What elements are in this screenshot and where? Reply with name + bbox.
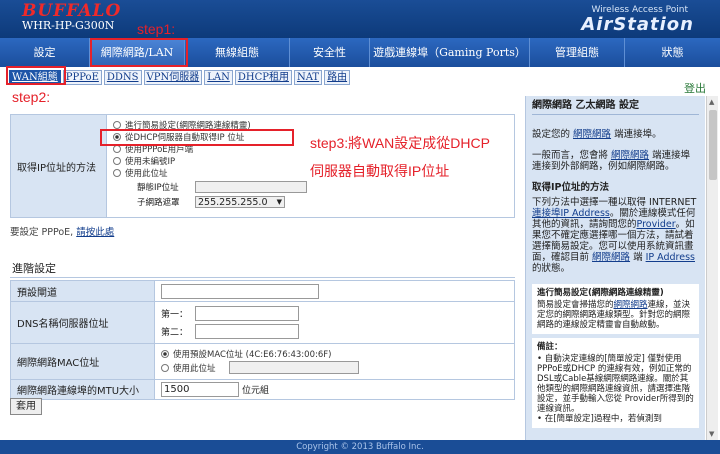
radio-icon — [113, 169, 121, 177]
mtu-row: 網際網路連線埠的MTU大小 1500 位元組 — [10, 380, 515, 400]
help-panel: 網際網路 乙太網路 設定 設定您的 網際網路 端連接埠。 一般而言，您會將 網際… — [525, 96, 705, 440]
subtab-routing[interactable]: 路由 — [324, 69, 351, 85]
mac-custom-input[interactable] — [229, 361, 359, 374]
help-link[interactable]: 網際網路 — [573, 129, 611, 140]
gateway-row: 預設閘道 — [10, 280, 515, 302]
help-subtitle: 取得IP位址的方法 — [532, 182, 609, 193]
radio-selected-icon — [161, 349, 169, 358]
model-name: WHR-HP-G300N — [22, 19, 115, 32]
subtab-pppoe[interactable]: PPPoE — [62, 69, 102, 85]
subtab-nat[interactable]: NAT — [293, 69, 323, 85]
subtab-vpn[interactable]: VPN伺服器 — [143, 69, 203, 85]
tab-setup[interactable]: 設定 — [0, 38, 90, 67]
tab-security[interactable]: 安全性 — [290, 38, 370, 67]
header-bar: BUFFALO WHR-HP-G300N Wireless Access Poi… — [0, 0, 720, 38]
radio-mac-custom[interactable]: 使用此位址 — [161, 360, 508, 376]
subnet-select[interactable]: 255.255.255.0 ▼ — [195, 196, 285, 208]
static-ip-input[interactable] — [195, 181, 307, 193]
help-link[interactable]: IP Address — [646, 252, 695, 263]
step2-highlight — [6, 66, 66, 85]
step2-label: step2: — [12, 89, 51, 105]
mac-row: 網際網路MAC位址 使用預設MAC位址 (4C:E6:76:43:00:6F) … — [10, 344, 515, 380]
gateway-input[interactable] — [161, 283, 319, 299]
help-title: 網際網路 乙太網路 設定 — [532, 100, 699, 115]
chevron-down-icon: ▼ — [276, 198, 282, 206]
advanced-title: 進階設定 — [10, 260, 515, 278]
help-link[interactable]: 網際網路 — [592, 252, 630, 263]
radio-icon — [113, 121, 121, 129]
help-link[interactable]: 網際網路 — [611, 150, 649, 161]
tab-wireless[interactable]: 無線組態 — [185, 38, 290, 67]
tab-gaming-ports[interactable]: 遊戲連線埠（Gaming Ports） — [370, 38, 530, 67]
dns-secondary-input[interactable] — [195, 324, 299, 340]
help-scrollbar[interactable]: ▲ ▼ — [706, 96, 718, 440]
subtab-ddns[interactable]: DDNS — [103, 69, 142, 85]
subnet-row: 子網路遮罩 255.255.255.0 ▼ — [113, 195, 508, 209]
dns-row: DNS名稱伺服器位址 第一： 第二： — [10, 302, 515, 344]
step1-highlight — [90, 38, 188, 67]
logout-link[interactable]: 登出 — [684, 80, 706, 96]
pppoe-link[interactable]: 請按此處 — [76, 227, 114, 238]
help-link[interactable]: Provider — [637, 219, 676, 230]
scroll-up-icon[interactable]: ▲ — [709, 98, 714, 106]
step3-label-line2: 伺服器自動取得IP位址 — [310, 163, 450, 179]
sub-nav: WAN組態 PPPoE DDNS VPN伺服器 LAN DHCP租用 NAT 路… — [0, 67, 720, 87]
tab-status[interactable]: 狀態 — [625, 38, 720, 67]
pppoe-hint: 要設定 PPPoE, 請按此處 — [10, 227, 115, 238]
help-link[interactable]: 網際網路 — [614, 300, 648, 310]
subtab-lan[interactable]: LAN — [204, 69, 233, 85]
help-paragraph: 下列方法中選擇一種以取得 INTERNET 連接埠IP Address。關於連線… — [532, 197, 697, 274]
help-card-notes: 備註： • 自動決定連線的[簡單設定] 僅對使用PPPoE或DHCP 的連線有效… — [532, 338, 699, 428]
step3-label-line1: step3:將WAN設定成從DHCP — [310, 135, 490, 151]
tab-admin[interactable]: 管理組態 — [530, 38, 625, 67]
footer: Copyright © 2013 Buffalo Inc. — [0, 440, 720, 454]
wan-method-label: 取得IP位址的方法 — [11, 115, 107, 217]
help-paragraph: 設定您的 網際網路 端連接埠。 — [532, 129, 662, 140]
radio-icon — [113, 145, 121, 153]
advanced-table: 預設閘道 DNS名稱伺服器位址 第一： 第二： 網際網路MAC位址 使用預設MA… — [10, 280, 515, 400]
radio-mac-default[interactable]: 使用預設MAC位址 (4C:E6:76:43:00:6F) — [161, 348, 508, 360]
help-paragraph: 一般而言，您會將 網際網路 端連接埠連接到外部網路，例如網際網路。 — [532, 150, 691, 172]
airstation-logo: AirStation — [581, 14, 694, 35]
step1-label: step1: — [137, 21, 176, 37]
static-ip-row: 靜態IP位址 — [113, 180, 508, 194]
radio-icon — [113, 157, 121, 165]
scroll-thumb[interactable] — [709, 110, 717, 180]
mtu-input[interactable]: 1500 — [161, 382, 239, 397]
scroll-down-icon[interactable]: ▼ — [709, 430, 714, 438]
help-link[interactable]: 連接埠IP Address — [532, 208, 610, 219]
step3-highlight — [100, 129, 294, 146]
help-card-easy-setup: 進行簡易設定(網際網路連線精靈) 簡易設定會掃描您的網際網路連線，並決定您的網際… — [532, 284, 699, 334]
dns-primary-input[interactable] — [195, 305, 299, 321]
subtab-dhcp-lease[interactable]: DHCP租用 — [234, 69, 292, 85]
radio-icon — [161, 363, 169, 372]
buffalo-logo: BUFFALO — [22, 1, 122, 21]
apply-button[interactable]: 套用 — [10, 398, 42, 415]
